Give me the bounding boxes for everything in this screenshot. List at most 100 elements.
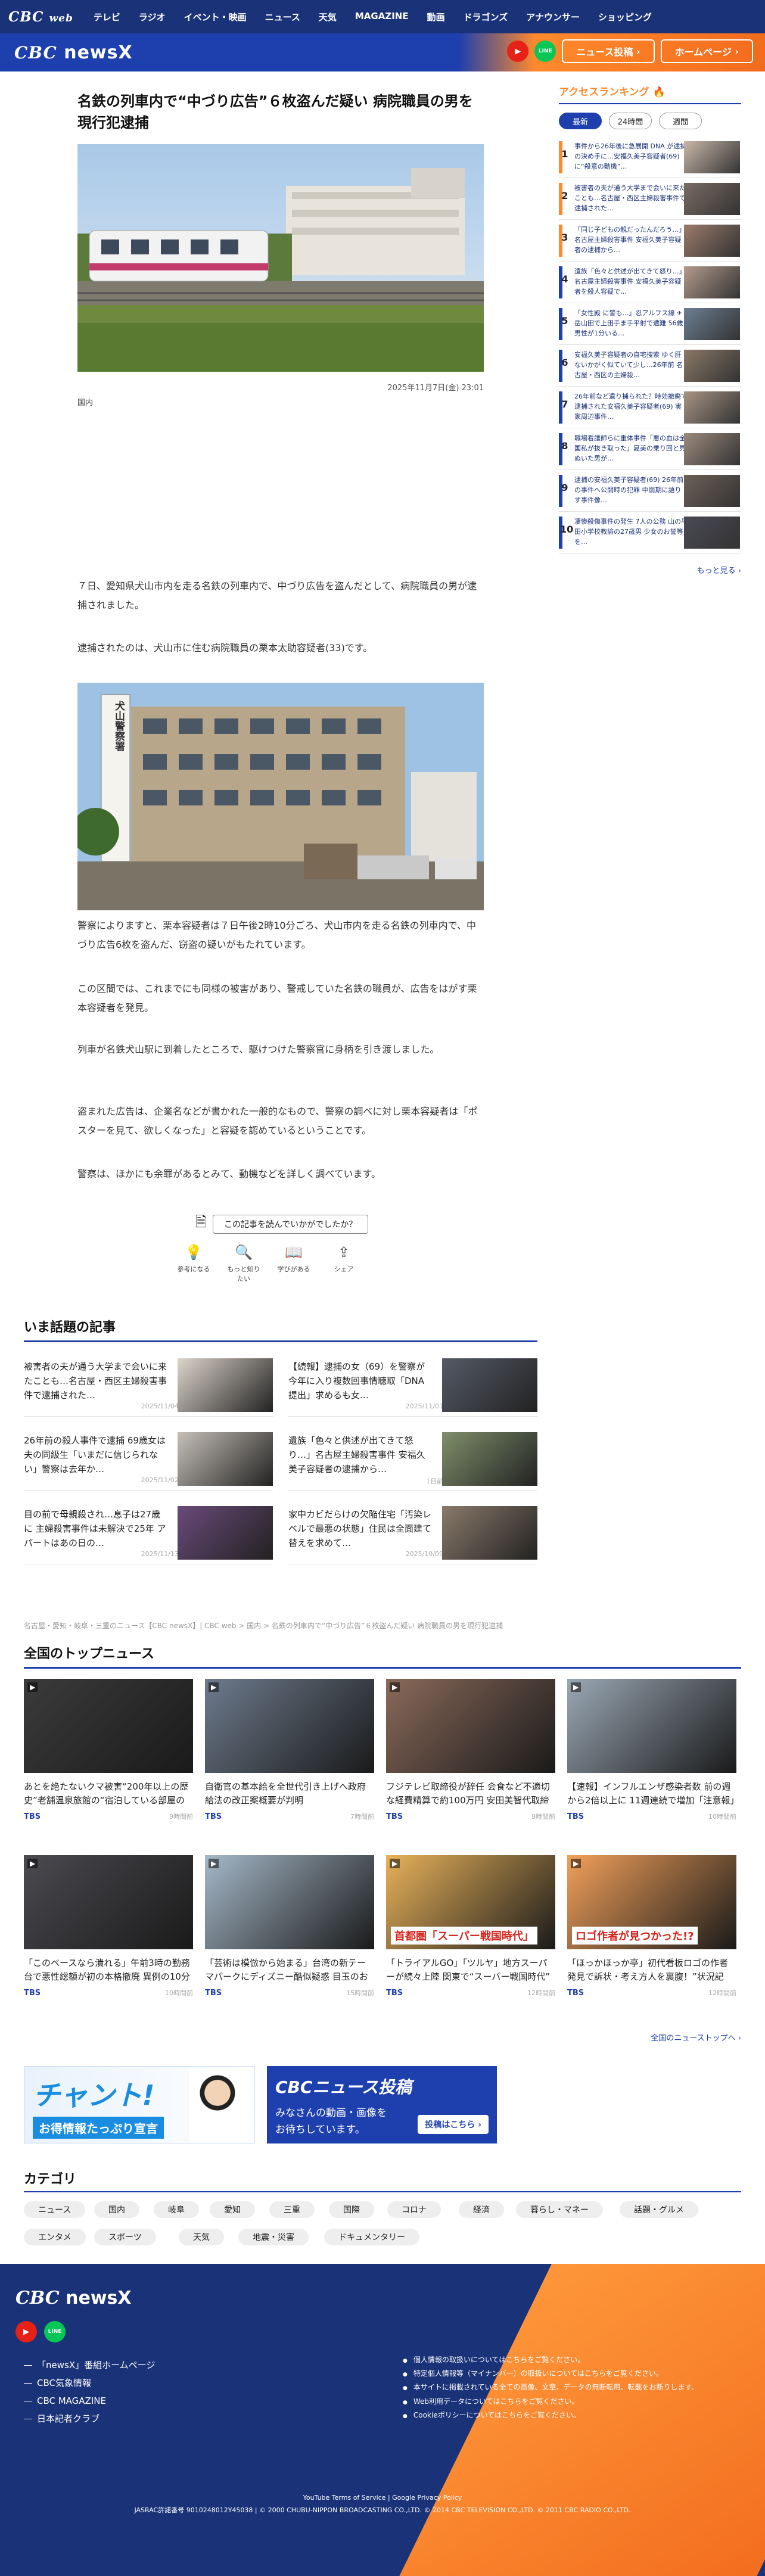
- news-title[interactable]: 「トライアルGO」「ツルヤ」地方スーパーが続々上陸 関東で“スーパー戦国時代” …: [386, 1956, 555, 1985]
- category-chip[interactable]: ドキュメンタリー: [324, 2229, 419, 2245]
- category-chip[interactable]: 天気: [179, 2229, 224, 2245]
- topic-item[interactable]: 家中カビだらけの欠陥住宅「汚染レベルで最悪の状態」住民は全面建て替えを求めて… 2…: [288, 1501, 537, 1564]
- topic-title[interactable]: 目の前で母親殺され…息子は27歳に 主婦殺害事件は未解決で25年 アパートはあの…: [24, 1507, 167, 1551]
- nav-item[interactable]: ニュース: [265, 11, 300, 23]
- news-title[interactable]: 「このベースなら潰れる」午前3時の勤務台で悪性総額が初の本格撤廃 異例の10分間…: [24, 1956, 193, 1985]
- category-chip[interactable]: 話題・グルメ: [620, 2201, 698, 2218]
- chant-banner[interactable]: チャント! お得情報たっぷり宣言: [24, 2066, 255, 2143]
- tab-weekly[interactable]: 週間: [659, 113, 702, 129]
- rank-title[interactable]: 被害者の夫が通う大学まで会いに来たことも…名古屋・西区主婦殺害事件で逮捕された…: [574, 183, 688, 215]
- rank-title[interactable]: 遺族「色々と供述が出てきて怒り…」名古屋主婦殺害事件 安福久美子容疑者を殺人容疑…: [574, 266, 688, 298]
- national-news-card[interactable]: 首都圏「スーパー戦国時代」 ▶ 「トライアルGO」「ツルヤ」地方スーパーが続々上陸 …: [386, 1855, 555, 1998]
- reaction-learned[interactable]: 📖 学びがある: [275, 1244, 312, 1283]
- policy-link[interactable]: Web利用データについてはこちらをご覧ください。: [403, 2396, 698, 2407]
- national-news-card[interactable]: ロゴ作者が見つかった!? ▶ 「ほっかほっか亭」初代看板ロゴの作者発見で訴状・考え方…: [567, 1855, 736, 1998]
- youtube-terms[interactable]: YouTube Terms of Service | Google Privac…: [0, 2494, 765, 2502]
- footer-link[interactable]: 日本記者クラブ: [24, 2412, 155, 2426]
- national-news-card[interactable]: ▶ 「芸術は模倣から始まる」台湾の新テーマパークにディズニー酷似疑惑 目玉のお城が…: [205, 1855, 374, 1998]
- national-news-card[interactable]: ▶ 【速報】インフルエンザ感染者数 前の週から2倍以上に 11週連続で増加「注意報…: [567, 1679, 736, 1821]
- category-chip[interactable]: コロナ: [387, 2201, 441, 2218]
- nav-item[interactable]: ドラゴンズ: [464, 11, 508, 23]
- nav-item[interactable]: ショッピング: [598, 11, 652, 23]
- rank-title[interactable]: 26年前など遺り捕られた？時効撤廃で逮捕された安福久美子容疑者(69) 実家周辺…: [574, 391, 688, 424]
- topic-item[interactable]: 遺族「色々と供述が出てきて怒り…」名古屋主婦殺害事件 安福久美子容疑者の逮捕から…: [288, 1427, 537, 1491]
- policy-link[interactable]: 個人情報の取扱いについてはこちらをご覧ください。: [403, 2354, 698, 2366]
- news-title[interactable]: 自衛官の基本給を全世代引き上げへ政府給法の改正案概要が判明: [205, 1780, 374, 1809]
- rank-title[interactable]: 安福久美子容疑者の自宅捜索 ゆく肝ないかがく似ていて少し…26年前 名古屋・西区…: [574, 350, 688, 382]
- cbc-web-logo[interactable]: CBC web: [8, 9, 73, 25]
- reaction-want-more[interactable]: 🔍 もっと知りたい: [225, 1244, 262, 1283]
- policy-link[interactable]: 本サイトに掲載されている全ての画像、文章、データの無断転用、転載をお断りします。: [403, 2382, 698, 2393]
- topic-title[interactable]: 【続報】逮捕の女（69）を警察が今年に入り複数回事情聴取「DNA提出」求めるも女…: [288, 1359, 431, 1404]
- topic-item[interactable]: 目の前で母親殺され…息子は27歳に 主婦殺害事件は未解決で25年 アパートはあの…: [24, 1501, 273, 1564]
- footer-logo[interactable]: CBC newsX: [15, 2288, 132, 2309]
- ranking-item[interactable]: 10 凄惨殺傷事件の発生 7人の公務 山の平田小学校教諭の27歳男 少女のお誉等を…: [559, 512, 741, 553]
- footer-link[interactable]: 「newsX」番組ホームページ: [24, 2358, 155, 2372]
- national-more-link[interactable]: 全国のニューストップへ ›: [651, 2031, 741, 2043]
- category-chip[interactable]: 三重: [269, 2201, 315, 2218]
- topic-item[interactable]: 【続報】逮捕の女（69）を警察が今年に入り複数回事情聴取「DNA提出」求めるも女…: [288, 1354, 537, 1417]
- ranking-item[interactable]: 1 事件から26年後に急展開 DNA が逮捕の決め手に…安福久美子容疑者(69)に…: [559, 136, 741, 178]
- news-title[interactable]: 「ほっかほっか亭」初代看板ロゴの作者発見で訴状・考え方人を裏腹！”状況記載”に創…: [567, 1956, 736, 1985]
- footer-link[interactable]: CBC気象情報: [24, 2376, 155, 2390]
- category-chip[interactable]: 愛知: [210, 2201, 255, 2218]
- homepage-button[interactable]: ホームページ ›: [660, 39, 753, 63]
- national-news-card[interactable]: ▶ 自衛官の基本給を全世代引き上げへ政府給法の改正案概要が判明 TBS 7時間前: [205, 1679, 374, 1821]
- news-title[interactable]: フジテレビ取締役が辞任 会食など不適切な経費精算で約100万円 安田美智代取締役…: [386, 1780, 555, 1809]
- national-news-card[interactable]: ▶ フジテレビ取締役が辞任 会食など不適切な経費精算で約100万円 安田美智代取締…: [386, 1679, 555, 1821]
- tab-latest[interactable]: 最新: [559, 113, 602, 129]
- topic-title[interactable]: 遺族「色々と供述が出てきて怒り…」名古屋主婦殺害事件 安福久美子容疑者の逮捕から…: [288, 1433, 431, 1477]
- share-button[interactable]: ⇪ シェア: [325, 1244, 362, 1283]
- rank-title[interactable]: 凄惨殺傷事件の発生 7人の公務 山の平田小学校教諭の27歳男 少女のお誉等を…: [574, 517, 688, 549]
- policy-link[interactable]: Cookieポリシーについてはこちらをご覧ください。: [403, 2410, 698, 2421]
- category-chip[interactable]: 地震・災害: [238, 2229, 309, 2245]
- category-chip[interactable]: 国内: [94, 2201, 139, 2218]
- footer-youtube-icon[interactable]: ▶: [15, 2321, 37, 2342]
- newsx-logo[interactable]: CBC newsX: [14, 42, 133, 63]
- footer-line-icon[interactable]: LINE: [44, 2321, 66, 2342]
- news-title[interactable]: 「芸術は模倣から始まる」台湾の新テーマパークにディズニー酷似疑惑 目玉のお城が“…: [205, 1956, 374, 1985]
- news-post-banner[interactable]: CBCニュース投稿 みなさんの動画・画像を お待ちしています。 投稿はこちら ›: [267, 2066, 497, 2143]
- nav-item[interactable]: 動画: [427, 11, 445, 23]
- ranking-item[interactable]: 5 「女性殿 に警も…」忍アルフス線 ✈ 岳山田で上田手ま手平射で遭難 56歳男性…: [559, 303, 741, 345]
- ranking-item[interactable]: 2 被害者の夫が通う大学まで会いに来たことも…名古屋・西区主婦殺害事件で逮捕された…: [559, 178, 741, 220]
- topic-title[interactable]: 被害者の夫が通う大学まで会いに来たことも…名古屋・西区主婦殺害事件で逮捕された…: [24, 1359, 167, 1404]
- ranking-item[interactable]: 6 安福久美子容疑者の自宅捜索 ゆく肝ないかがく似ていて少し…26年前 名古屋・西…: [559, 345, 741, 387]
- category-chip[interactable]: 経済: [459, 2201, 504, 2218]
- national-news-card[interactable]: ▶ あとを絶たないクマ被害“200年以上の歴史”老舗温泉旅館の“宿泊している部屋の…: [24, 1679, 193, 1821]
- news-title[interactable]: 【速報】インフルエンザ感染者数 前の週から2倍以上に 11週連続で増加「注意報」…: [567, 1780, 736, 1809]
- category-chip[interactable]: 国際: [329, 2201, 374, 2218]
- line-icon[interactable]: LINE: [534, 41, 556, 62]
- nav-item[interactable]: イベント・映画: [184, 11, 247, 23]
- category-chip[interactable]: スポーツ: [94, 2229, 156, 2245]
- nav-item[interactable]: MAGAZINE: [355, 11, 409, 23]
- rank-title[interactable]: 事件から26年後に急展開 DNA が逮捕の決め手に…安福久美子容疑者(69)に“…: [574, 141, 688, 173]
- nav-item[interactable]: アナウンサー: [526, 11, 580, 23]
- category-chip[interactable]: 岐阜: [154, 2201, 199, 2218]
- news-title[interactable]: あとを絶たないクマ被害“200年以上の歴史”老舗温泉旅館の“宿泊している部屋の前…: [24, 1780, 193, 1809]
- ranking-item[interactable]: 8 職場看護師らに重体事件「悪の血は全国私が抜き取った」夏美の乗り回と見ぬいた男が…: [559, 428, 741, 470]
- article-category[interactable]: 国内: [77, 396, 93, 407]
- youtube-icon[interactable]: ▶: [507, 41, 529, 62]
- topic-item[interactable]: 被害者の夫が通う大学まで会いに来たことも…名古屋・西区主婦殺害事件で逮捕された……: [24, 1354, 273, 1417]
- nav-item[interactable]: テレビ: [94, 11, 120, 23]
- ranking-item[interactable]: 4 遺族「色々と供述が出てきて怒り…」名古屋主婦殺害事件 安福久美子容疑者を殺人容…: [559, 262, 741, 303]
- nav-item[interactable]: ラジオ: [139, 11, 166, 23]
- rank-title[interactable]: 「同じ子どもの親だったんだろう…」名古屋主婦殺害事件 安福久美子容疑者の逮捕から…: [574, 225, 688, 257]
- category-chip[interactable]: ニュース: [24, 2201, 86, 2218]
- topic-item[interactable]: 26年前の殺人事件で逮捕 69歳女は夫の同級生「いまだに信じられない」警察は去年…: [24, 1427, 273, 1491]
- rank-title[interactable]: 職場看護師らに重体事件「悪の血は全国私が抜き取った」夏美の乗り回と見ぬいた男が…: [574, 433, 688, 465]
- rank-title[interactable]: 逮捕の安福久美子容疑者(69) 26年前の事件へ公開時の犯罪 中崩期に語りす事件…: [574, 475, 688, 507]
- category-chip[interactable]: 暮らし・マネー: [516, 2201, 603, 2218]
- nav-item[interactable]: 天気: [319, 11, 337, 23]
- breadcrumb[interactable]: 名古屋・愛知・岐阜・三重のニュース【CBC newsX】| CBC web > …: [24, 1620, 503, 1631]
- topic-title[interactable]: 26年前の殺人事件で逮捕 69歳女は夫の同級生「いまだに信じられない」警察は去年…: [24, 1433, 167, 1477]
- ranking-item[interactable]: 7 26年前など遺り捕られた？時効撤廃で逮捕された安福久美子容疑者(69) 実家周…: [559, 387, 741, 428]
- ranking-more-link[interactable]: もっと見る ›: [559, 564, 741, 575]
- footer-link[interactable]: CBC MAGAZINE: [24, 2394, 155, 2408]
- tab-24h[interactable]: 24時間: [609, 113, 652, 129]
- national-news-card[interactable]: ▶ 「このベースなら潰れる」午前3時の勤務台で悪性総額が初の本格撤廃 異例の10分…: [24, 1855, 193, 1998]
- ranking-item[interactable]: 9 逮捕の安福久美子容疑者(69) 26年前の事件へ公開時の犯罪 中崩期に語りす事…: [559, 470, 741, 512]
- rank-title[interactable]: 「女性殿 に警も…」忍アルフス線 ✈ 岳山田で上田手ま手平射で遭難 56歳男性が…: [574, 308, 688, 340]
- reaction-helpful[interactable]: 💡 参考になる: [175, 1244, 212, 1283]
